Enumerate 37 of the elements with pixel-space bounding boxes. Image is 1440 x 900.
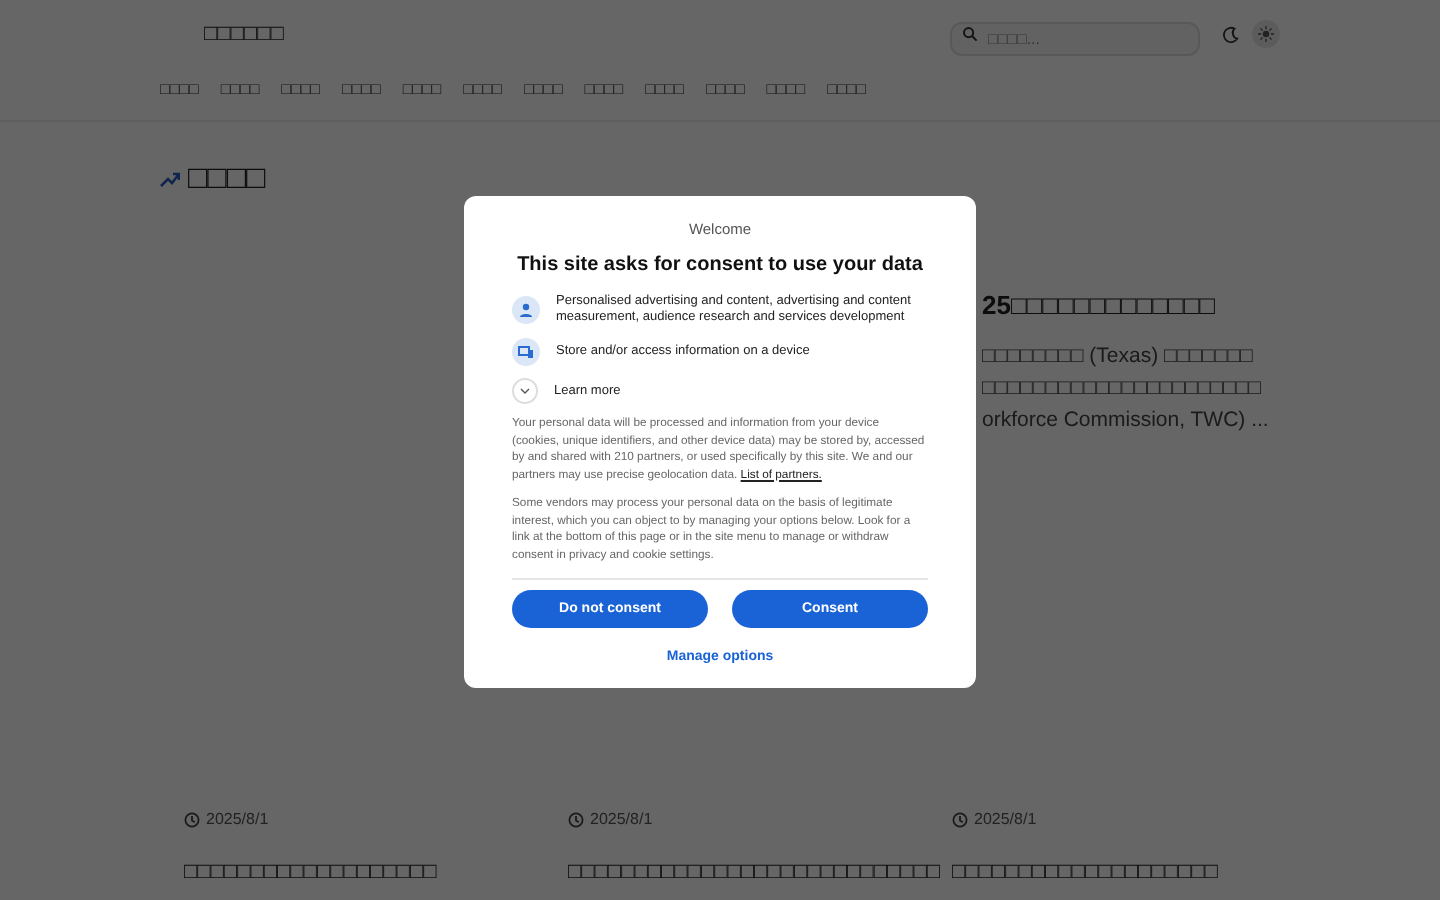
section-heading: □□□□ — [188, 162, 266, 198]
moon-icon — [1221, 25, 1239, 43]
nav-link[interactable]: □□□□ — [281, 80, 320, 120]
light-mode-button[interactable] — [1252, 20, 1280, 48]
post-date: 2025/8/1 — [590, 810, 653, 828]
nav-link[interactable]: □□□□ — [341, 80, 381, 120]
sun-icon — [1258, 26, 1274, 42]
article-excerpt: □□□□□□□□ (Texas) □□□□□□□ — [982, 344, 1255, 368]
nav-link[interactable]: □□□□ — [160, 80, 199, 120]
nav-link[interactable]: □□□□ — [705, 80, 745, 120]
nav-link[interactable]: □□□□ — [463, 80, 502, 120]
nav-link[interactable]: □□□□ — [766, 80, 806, 120]
nav-link[interactable]: □□□□ — [584, 80, 624, 120]
dialog-title: This site asks for consent to use your data — [515, 254, 925, 276]
trending-up-icon — [160, 172, 180, 188]
nav-link[interactable]: □□□□ — [827, 80, 866, 120]
nav-link[interactable]: □□□□ — [645, 80, 684, 120]
person-icon — [518, 302, 534, 318]
chevron-down-icon — [512, 378, 538, 404]
device-icon — [518, 344, 534, 360]
clock-icon — [568, 811, 584, 827]
search-icon — [962, 26, 978, 42]
nav-link[interactable]: □□□□ — [523, 80, 563, 120]
post-date: 2025/8/1 — [206, 810, 269, 828]
article-title[interactable]: 25□□□□□□□□□□□□□ — [982, 290, 1440, 320]
clock-icon — [184, 811, 200, 827]
site-logo[interactable]: □□□□□□ — [204, 22, 950, 46]
article-excerpt: □□□□□□□□□□□□□□□□□□□□□□ — [982, 376, 1264, 400]
article-excerpt: orkforce Commission, TWC) ... — [982, 408, 1271, 432]
article-title[interactable]: □□□□□□□□□□□□□□□□□□□ — [184, 860, 568, 884]
article-title[interactable]: □□□□□□□□□□□□□□□□□□□□□□□□□□□□ — [568, 860, 952, 884]
nav-link[interactable]: □□□□ — [402, 80, 442, 120]
search-field[interactable]: □□□□... — [950, 21, 1200, 55]
nav-link[interactable]: □□□□ — [220, 80, 260, 120]
clock-icon — [952, 811, 968, 827]
article-title[interactable]: □□□□□□□□□□□□□□□□□□□□ — [952, 860, 1336, 884]
post-date: 2025/8/1 — [974, 810, 1037, 828]
